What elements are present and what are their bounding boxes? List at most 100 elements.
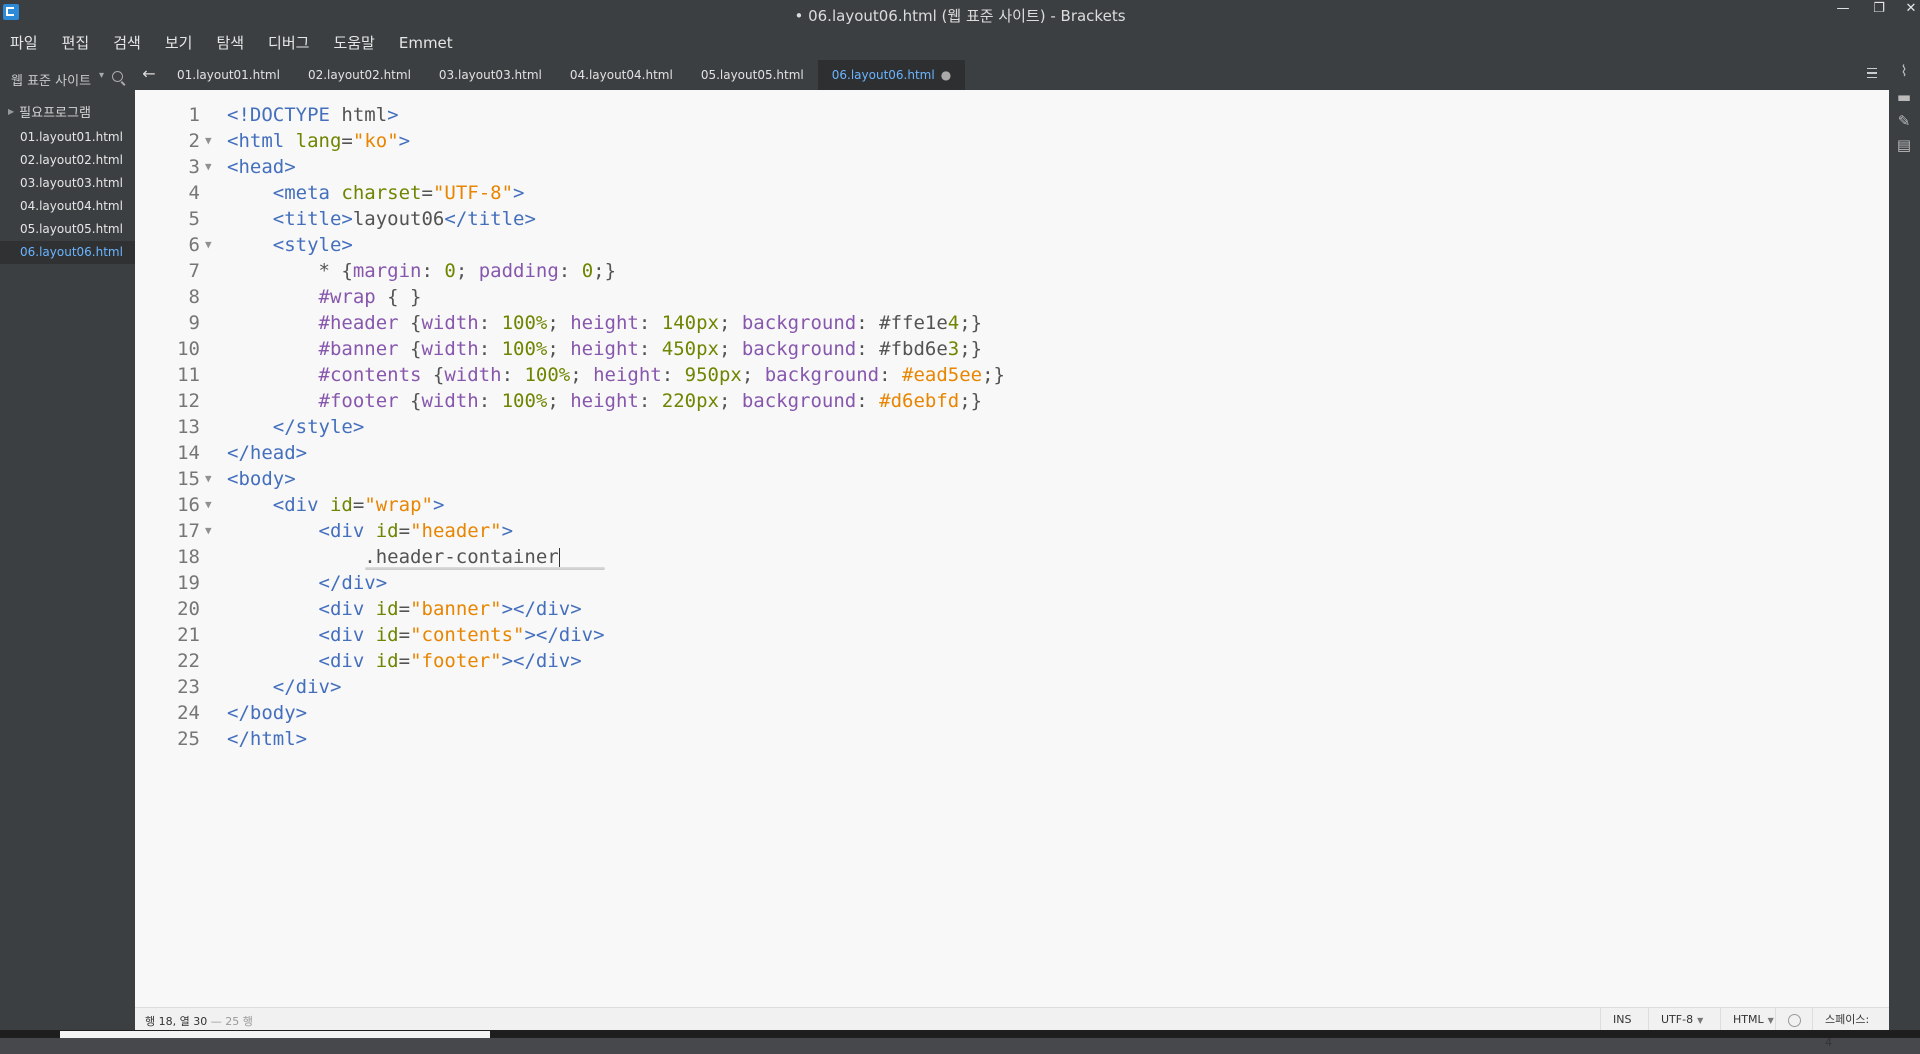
encoding-select[interactable]: UTF-8 ▼ [1648,1008,1715,1031]
insert-mode-indicator[interactable]: INS [1600,1008,1643,1031]
fold-toggle-icon[interactable]: ▼ [205,466,212,492]
cursor-position[interactable]: 행 18, 열 30 — 25 행 [145,1013,253,1029]
line-number: 22 [177,650,200,672]
code-line[interactable]: 13 </style> [135,414,1889,440]
code-text: </style> [272,416,365,438]
editor-tab[interactable]: 01.layout01.html [163,60,294,90]
tab-label: 06.layout06.html [831,68,935,82]
line-number: 15 [177,468,200,490]
code-line[interactable]: 8 #wrap { } [135,284,1889,310]
code-text: <body> [227,468,296,490]
chevron-down-icon[interactable]: ▾ [99,70,104,81]
menu-item[interactable]: 디버그 [268,27,309,60]
code-text: <div id="footer"></div> [318,650,582,672]
back-arrow-icon[interactable]: ← [135,60,163,90]
file-item[interactable]: 05.layout05.html [0,218,135,241]
emmet-abbreviation-underline [365,567,605,570]
code-editor[interactable]: 1 <!DOCTYPE html> 2 ▼ <html lang="ko"> 3 ▼ <hea… [135,90,1889,1007]
editor-tab[interactable]: 03.layout03.html [425,60,556,90]
magic-wand-icon[interactable]: ✎ [1895,112,1913,130]
code-text: <div id="banner"></div> [318,598,582,620]
code-line[interactable]: 19 </div> [135,570,1889,596]
restore-button[interactable]: ❐ [1864,0,1894,22]
indent-setting[interactable]: 스페이스: 4 [1812,1008,1889,1049]
editor-tab[interactable]: 06.layout06.html ● [817,60,966,90]
menu-item[interactable]: 편집 [62,27,90,60]
code-text: </head> [227,442,308,464]
editor-tab[interactable]: 05.layout05.html [687,60,818,90]
code-line[interactable]: 3 ▼ <head> [135,154,1889,180]
minimize-button[interactable]: — [1828,0,1858,22]
file-item[interactable]: 01.layout01.html [0,126,135,149]
code-line[interactable]: 7 * {margin: 0; padding: 0;} [135,258,1889,284]
line-number: 5 [188,208,200,230]
code-line[interactable]: 21 <div id="contents"></div> [135,622,1889,648]
taskbar-strip-highlight [60,1031,490,1038]
code-lines[interactable]: 1 <!DOCTYPE html> 2 ▼ <html lang="ko"> 3 ▼ <hea… [135,102,1889,752]
code-line[interactable]: 16 ▼ <div id="wrap"> [135,492,1889,518]
code-line[interactable]: 20 <div id="banner"></div> [135,596,1889,622]
menu-item[interactable]: 탐색 [216,27,244,60]
line-count: — 25 행 [210,1015,253,1028]
status-bar: 행 18, 열 30 — 25 행 INS UTF-8 ▼ HTML ▼ 스페이스:… [135,1007,1889,1049]
line-number: 20 [177,598,200,620]
code-line[interactable]: 9 #header {width: 100%; height: 140px; b… [135,310,1889,336]
code-line[interactable]: 1 <!DOCTYPE html> [135,102,1889,128]
code-line[interactable]: 17 ▼ <div id="header"> [135,518,1889,544]
fold-toggle-icon[interactable]: ▼ [205,518,212,544]
linter-status[interactable] [1775,1008,1813,1031]
text-cursor [558,547,561,568]
menu-item[interactable]: Emmet [399,27,453,60]
line-number: 19 [177,572,200,594]
code-line[interactable]: 15 ▼ <body> [135,466,1889,492]
title-bar: • 06.layout06.html (웹 표준 사이트) - Brackets… [0,0,1920,27]
file-item[interactable]: 06.layout06.html [0,241,135,264]
code-line[interactable]: 23 </div> [135,674,1889,700]
fold-toggle-icon[interactable]: ▼ [205,154,212,180]
menu-item[interactable]: 도움말 [333,27,374,60]
unsaved-dot-icon[interactable]: ● [941,68,951,82]
code-line[interactable]: 5 <title>layout06</title> [135,206,1889,232]
close-button[interactable]: ✕ [1896,0,1920,22]
file-item[interactable]: 02.layout02.html [0,149,135,172]
code-line[interactable]: 22 <div id="footer"></div> [135,648,1889,674]
book-icon[interactable]: ▤ [1895,136,1913,154]
fold-toggle-icon[interactable]: ▼ [205,128,212,154]
fold-toggle-icon[interactable]: ▼ [205,492,212,518]
project-header[interactable]: 웹 표준 사이트 ▾ [0,60,135,94]
code-line[interactable]: 11 #contents {width: 100%; height: 950px… [135,362,1889,388]
file-item[interactable]: 03.layout03.html [0,172,135,195]
folder-item[interactable]: ▶ 필요프로그램 [8,102,91,121]
code-line[interactable]: 14 </head> [135,440,1889,466]
folder-label: 필요프로그램 [19,106,91,121]
code-line[interactable]: 2 ▼ <html lang="ko"> [135,128,1889,154]
file-tree: 01.layout01.html 02.layout02.html 03.layou… [0,126,135,264]
tab-label: 05.layout05.html [700,68,804,82]
code-line[interactable]: 12 #footer {width: 100%; height: 220px; … [135,388,1889,414]
project-title[interactable]: 웹 표준 사이트 [11,70,91,89]
extension-manager-icon[interactable]: ▬ [1895,88,1913,106]
folder-collapsed-arrow-icon[interactable]: ▶ [8,107,14,116]
line-number: 1 [188,104,200,126]
live-preview-icon[interactable]: ⌇ [1895,62,1913,80]
linter-circle-icon[interactable] [1788,1013,1801,1027]
menu-item[interactable]: 검색 [113,27,141,60]
line-number: 9 [188,312,200,334]
menu-item[interactable]: 보기 [165,27,193,60]
code-line[interactable]: 25 </html> [135,726,1889,752]
tab-label: 04.layout04.html [569,68,673,82]
hamburger-menu-icon[interactable] [1867,68,1877,78]
file-item[interactable]: 04.layout04.html [0,195,135,218]
search-icon[interactable] [112,71,123,82]
code-line[interactable]: 10 #banner {width: 100%; height: 450px; … [135,336,1889,362]
editor-tab[interactable]: 02.layout02.html [294,60,425,90]
window-title: • 06.layout06.html (웹 표준 사이트) - Brackets [794,7,1126,25]
fold-toggle-icon[interactable]: ▼ [205,232,212,258]
tab-list: 01.layout01.html 02.layout02.html 03.layou… [163,60,966,90]
menu-item[interactable]: 파일 [10,27,38,60]
editor-tab[interactable]: 04.layout04.html [556,60,687,90]
code-line[interactable]: 24 </body> [135,700,1889,726]
code-line[interactable]: 4 <meta charset="UTF-8"> [135,180,1889,206]
code-line[interactable]: 6 ▼ <style> [135,232,1889,258]
tab-label: 03.layout03.html [438,68,542,82]
